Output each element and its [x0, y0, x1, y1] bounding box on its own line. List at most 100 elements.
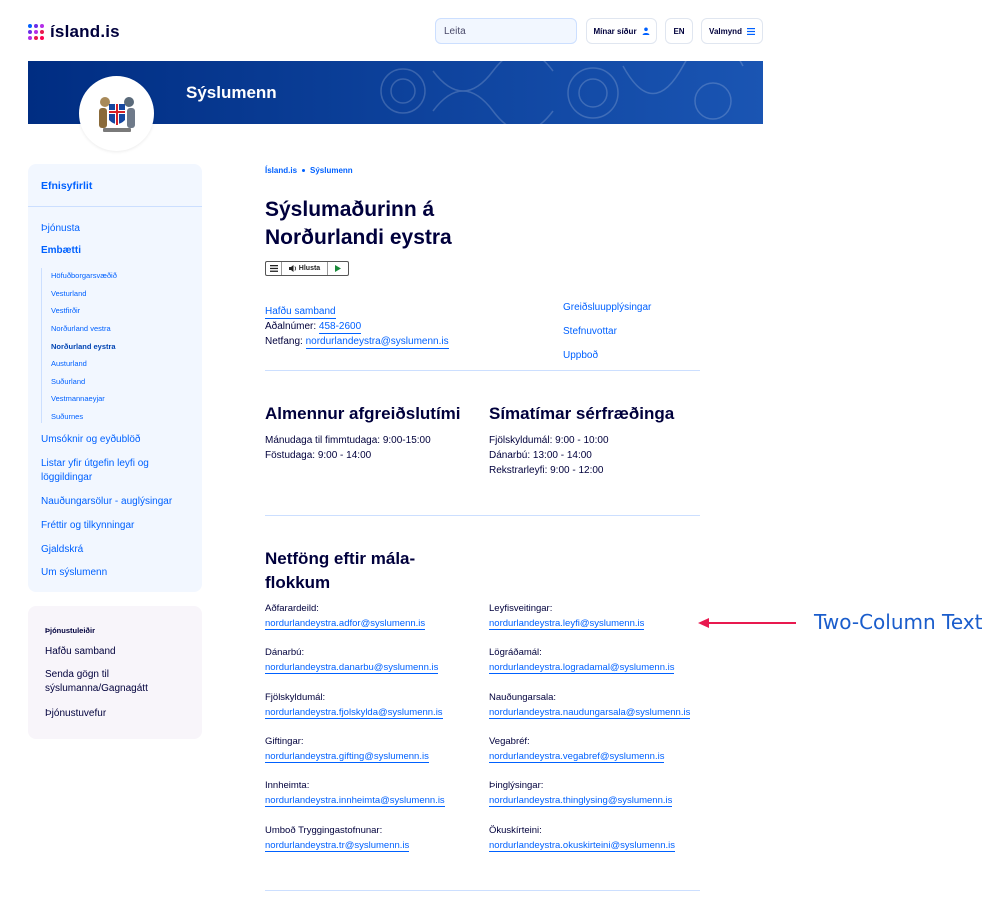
breadcrumb-syslumenn[interactable]: Sýslumenn [310, 166, 353, 175]
section-divider [265, 370, 700, 371]
search-input[interactable] [444, 25, 576, 37]
section-divider [265, 890, 700, 891]
sidebar-subitem-vesturland[interactable]: Vesturland [51, 289, 86, 298]
listen-label: Hlusta [298, 265, 321, 272]
sidebar-item-thjonusta[interactable]: Þjónusta [41, 222, 191, 236]
sidebar-subitem-sudurland[interactable]: Suðurland [51, 377, 85, 386]
email-category-label: Giftingar: [265, 736, 304, 747]
contact-link[interactable]: Hafðu samband [265, 306, 336, 319]
quick-link-auctions[interactable]: Uppboð [563, 344, 651, 368]
email-category-link[interactable]: nordurlandeystra.naudungarsala@syslumenn… [489, 707, 691, 719]
email-entry-logradamal: Lögráðamál: nordurlandeystra.logradamal@… [489, 645, 675, 675]
sidebar-subitem-vestfirdir[interactable]: Vestfirðir [51, 306, 80, 315]
coat-of-arms-icon [98, 96, 135, 132]
email-category-label: Dánarbú: [265, 647, 305, 658]
service-channels-box: Þjónustuleiðir Hafðu samband Senda gögn … [28, 606, 202, 739]
play-button[interactable] [328, 262, 348, 275]
breadcrumb: Ísland.is Sýslumenn [265, 166, 353, 175]
email-entry-danarbu: Dánarbú: nordurlandeystra.danarbu@syslum… [265, 645, 439, 675]
hamburger-icon [746, 27, 755, 35]
quick-link-process-servers[interactable]: Stefnuvottar [563, 320, 651, 344]
email-entry-tr: Umboð Tryggingastofnunar: nordurlandeyst… [265, 823, 410, 853]
logo-text: ísland.is [50, 22, 120, 41]
crest-badge [79, 76, 154, 151]
sidebar-item-um-syslumenn[interactable]: Um sýslumenn [41, 566, 191, 580]
phone-link[interactable]: 458-2600 [318, 321, 362, 334]
banner-pattern [380, 61, 744, 124]
quick-link-payment-info[interactable]: Greiðsluupplýsingar [563, 296, 651, 320]
sidebar-item-gjaldskra[interactable]: Gjaldskrá [41, 543, 191, 557]
email-entry-fjolskylda: Fjölskyldumál: nordurlandeystra.fjolskyl… [265, 690, 443, 720]
section-divider [265, 515, 700, 516]
player-menu-button[interactable] [266, 262, 282, 275]
phone-hours-line: Fjölskyldumál: 9:00 - 10:00 [489, 435, 609, 446]
banner-title: Sýslumenn [186, 83, 277, 102]
email-category-link[interactable]: nordurlandeystra.fjolskylda@syslumenn.is [265, 707, 443, 719]
email-category-link[interactable]: nordurlandeystra.adfor@syslumenn.is [265, 618, 426, 630]
email-category-label: Fjölskyldumál: [265, 692, 326, 703]
email-entry-naudungarsala: Nauðungarsala: nordurlandeystra.naudunga… [489, 690, 691, 720]
phone-hours-line: Dánarbú: 13:00 - 14:00 [489, 450, 592, 461]
sidebar-subitem-hofudborgarsvaedid[interactable]: Höfuðborgarsvæðið [51, 271, 117, 280]
speaker-icon [288, 265, 296, 272]
sidebar-subitem-nordurland-eystra[interactable]: Norðurland eystra [51, 342, 116, 351]
readspeaker-player: Hlusta [265, 261, 349, 276]
service-item-service-web[interactable]: Þjónustuvefur [45, 707, 195, 721]
submenu-line [41, 268, 42, 423]
email-category-link[interactable]: nordurlandeystra.innheimta@syslumenn.is [265, 795, 445, 807]
email-category-label: Umboð Tryggingastofnunar: [265, 825, 383, 836]
email-category-link[interactable]: nordurlandeystra.leyfi@syslumenn.is [489, 618, 645, 630]
user-icon [642, 27, 649, 35]
email-entry-thinglysing: Þinglýsingar: nordurlandeystra.thinglysi… [489, 778, 673, 808]
player-menu-icon [269, 265, 278, 272]
email-category-label: Þinglýsingar: [489, 780, 544, 791]
breadcrumb-separator [302, 169, 306, 172]
my-pages-button[interactable]: Mínar síður [586, 18, 657, 44]
opening-hours-title: Almennur afgreiðslutími [265, 404, 461, 423]
listen-button[interactable]: Hlusta [282, 262, 328, 275]
email-category-label: Vegabréf: [489, 736, 530, 747]
service-item-send-documents[interactable]: Senda gögn til sýslumanna/Gagnagátt [45, 668, 175, 696]
sidebar-subitem-austurland[interactable]: Austurland [51, 359, 87, 368]
island-logo[interactable]: ísland.is [28, 22, 120, 42]
sidebar-subitem-nordurland-vestra[interactable]: Norðurland vestra [51, 324, 111, 333]
phone-hours-title: Símatímar sérfræðinga [489, 404, 675, 423]
email-category-label: Innheimta: [265, 780, 310, 791]
search-field[interactable] [435, 18, 577, 44]
sidebar-item-listar[interactable]: Listar yfir útgefin leyfi og löggildinga… [41, 457, 191, 485]
email-category-link[interactable]: nordurlandeystra.danarbu@syslumenn.is [265, 662, 439, 674]
email-category-label: Aðfarardeild: [265, 603, 319, 614]
language-label: EN [673, 26, 685, 36]
sidebar-item-umsoknir[interactable]: Umsóknir og eyðublöð [41, 433, 191, 447]
email-category-link[interactable]: nordurlandeystra.gifting@syslumenn.is [265, 751, 429, 763]
service-item-contact[interactable]: Hafðu samband [45, 645, 195, 659]
phone-label: Aðalnúmer: [265, 321, 317, 332]
breadcrumb-home[interactable]: Ísland.is [265, 166, 297, 175]
menu-label: Valmynd [709, 26, 742, 36]
quick-links: Greiðsluupplýsingar Stefnuvottar Uppboð [563, 296, 651, 368]
email-entry-okuskirteini: Ökuskírteini: nordurlandeystra.okuskirte… [489, 823, 676, 853]
sidebar-subitem-sudurnes[interactable]: Suðurnes [51, 412, 83, 421]
email-category-link[interactable]: nordurlandeystra.vegabref@syslumenn.is [489, 751, 665, 763]
email-entry-innheimta: Innheimta: nordurlandeystra.innheimta@sy… [265, 778, 445, 808]
logo-dots-icon [28, 24, 44, 40]
opening-hours-text: Mánudaga til fimmtudaga: 9:00-15:00 Föst… [265, 433, 431, 463]
email-link[interactable]: nordurlandeystra@syslumenn.is [305, 336, 449, 349]
email-category-link[interactable]: nordurlandeystra.tr@syslumenn.is [265, 840, 410, 852]
annotation-label: Two-Column Text [814, 610, 983, 634]
email-category-label: Ökuskírteini: [489, 825, 542, 836]
page-title: Sýslumaðurinn á Norðurlandi eystra [265, 198, 452, 249]
service-channels-heading: Þjónustuleiðir [45, 626, 96, 635]
email-category-link[interactable]: nordurlandeystra.okuskirteini@syslumenn.… [489, 840, 676, 852]
sidebar-subitem-vestmannaeyjar[interactable]: Vestmannaeyjar [51, 394, 105, 403]
table-of-contents: Efnisyfirlit Þjónusta Embætti Höfuðborga… [28, 164, 202, 592]
email-entry-vegabref: Vegabréf: nordurlandeystra.vegabref@sysl… [489, 734, 665, 764]
phone-hours-line: Rekstrarleyfi: 9:00 - 12:00 [489, 465, 604, 476]
language-button[interactable]: EN [665, 18, 693, 44]
sidebar-item-embaetti[interactable]: Embætti [41, 244, 191, 258]
email-category-link[interactable]: nordurlandeystra.logradamal@syslumenn.is [489, 662, 675, 674]
menu-button[interactable]: Valmynd [701, 18, 763, 44]
email-category-link[interactable]: nordurlandeystra.thinglysing@syslumenn.i… [489, 795, 673, 807]
sidebar-item-naudungarsolur[interactable]: Nauðungarsölur - auglýsingar [41, 495, 191, 509]
sidebar-item-frettir[interactable]: Fréttir og tilkynningar [41, 519, 191, 533]
